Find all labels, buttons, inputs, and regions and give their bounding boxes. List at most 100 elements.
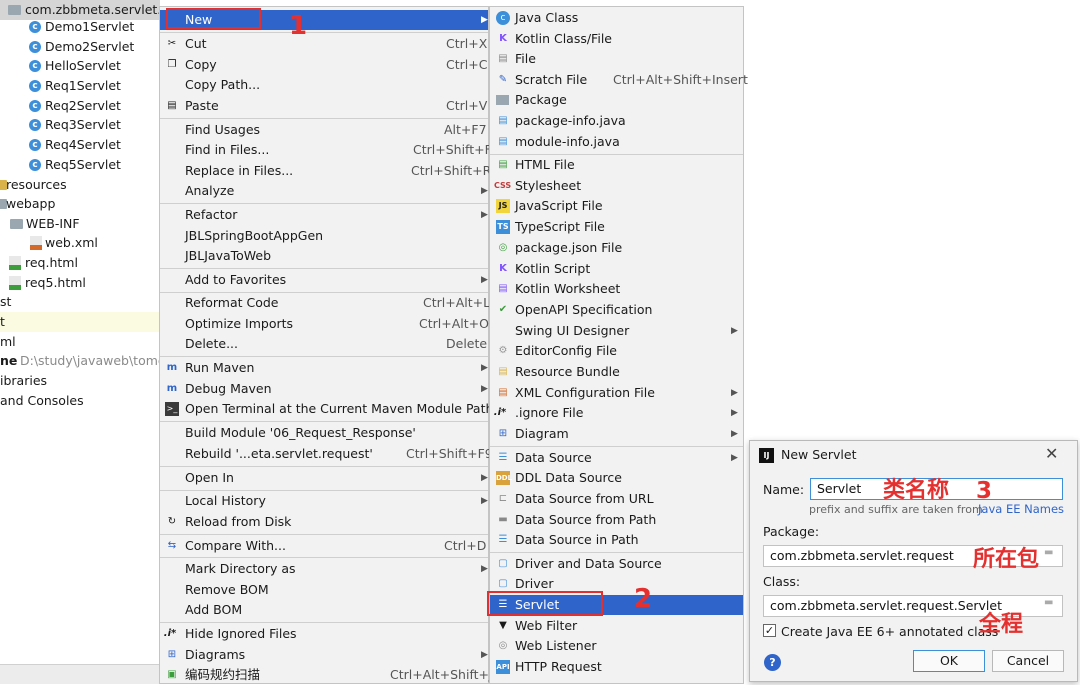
new-item-stylesheet[interactable]: CSS Stylesheet [490,176,743,196]
new-item-kotlin-class[interactable]: K Kotlin Class/File [490,29,743,49]
new-item-data-source-in-path[interactable]: ☰ Data Source in Path [490,530,743,550]
menu-item-find-usages[interactable]: Find Usages Alt+F7 [160,120,488,140]
help-icon[interactable]: ? [764,654,781,671]
menu-item-diagrams[interactable]: ⊞ Diagrams ▶ [160,645,488,665]
menu-item-analyze[interactable]: Analyze ▶ [160,181,488,201]
menu-item-hide-ignored-files[interactable]: .i* Hide Ignored Files [160,624,488,644]
new-item-label: Package [515,92,567,107]
new-item-label: Driver and Data Source [515,556,662,571]
menu-item-optimize-imports[interactable]: Optimize Imports Ctrl+Alt+O [160,314,489,334]
annotation-box-servlet [487,591,603,616]
new-item-package-json[interactable]: ◎ package.json File [490,238,743,258]
menu-item-rebuild[interactable]: Rebuild '...eta.servlet.request' Ctrl+Shi… [160,444,493,464]
new-item-editorconfig[interactable]: ⚙ EditorConfig File [490,341,743,361]
new-item-module-info[interactable]: ▤ module-info.java [490,132,743,152]
submenu-arrow-icon: ▶ [481,186,488,196]
tree-row-t[interactable]: t [0,312,160,332]
menu-shortcut: Ctrl+X [446,36,488,51]
new-item-driver-and-data-source[interactable]: ▢ Driver and Data Source [490,554,743,574]
menu-item-refactor[interactable]: Refactor ▶ [160,205,488,225]
database-icon: ☰ [498,452,508,463]
menu-item-jblspringbootappgen[interactable]: JBLSpringBootAppGen [160,226,488,246]
menu-item-debug-maven[interactable]: m Debug Maven ▶ [160,379,488,399]
new-item-diagram[interactable]: ⊞ Diagram ▶ [490,424,743,444]
ok-button[interactable]: OK [913,650,985,672]
menu-item-replace-in-files[interactable]: Replace in Files... Ctrl+Shift+R [160,161,491,181]
new-item-kotlin-script[interactable]: K Kotlin Script [490,259,743,279]
menu-item-delete[interactable]: Delete... Delete [160,334,488,354]
menu-item-code-scan[interactable]: ▣ 编码规约扫描 Ctrl+Alt+Shift+J [160,665,492,685]
new-item-data-source[interactable]: ☰ Data Source ▶ [490,448,743,468]
menu-item-open-terminal[interactable]: >_ Open Terminal at the Current Maven Mod… [160,399,493,419]
new-item-ddl-data-source[interactable]: DDL DDL Data Source [490,468,743,488]
new-item-file[interactable]: ▤ File [490,49,743,69]
tree-class-label: Req5Servlet [45,157,121,172]
new-item-web-listener[interactable]: ◎ Web Listener [490,636,743,656]
copy-icon: ❐ [167,59,177,70]
compare-icon: ⇆ [167,540,177,551]
menu-item-label: Run Maven [185,360,255,375]
menu-item-label: JBLJavaToWeb [185,248,272,263]
new-item-http-request[interactable]: API HTTP Request [490,657,743,677]
menu-item-reformat-code[interactable]: Reformat Code Ctrl+Alt+L [160,293,490,313]
new-item-package[interactable]: Package [490,90,743,110]
new-item-java-class[interactable]: c Java Class [490,8,743,28]
code-scan-icon: ▣ [167,669,177,680]
tree-libraries-label: ibraries [0,373,48,388]
new-item-label: Data Source from URL [515,491,654,506]
new-item-label: Swing UI Designer [515,323,630,338]
menu-item-copy[interactable]: ❐ Copy Ctrl+C [160,55,488,75]
new-item-html-file[interactable]: ▤ HTML File [490,155,743,175]
new-item-openapi[interactable]: ✔ OpenAPI Specification [490,300,743,320]
submenu-arrow-icon: ▶ [481,15,488,25]
menu-item-open-in[interactable]: Open In ▶ [160,468,488,488]
menu-item-label: Optimize Imports [185,316,294,331]
new-item-swing-ui-designer[interactable]: Swing UI Designer ▶ [490,321,743,341]
close-icon[interactable]: ✕ [1045,444,1058,463]
new-item-typescript-file[interactable]: TS TypeScript File [490,217,743,237]
menu-item-local-history[interactable]: Local History ▶ [160,491,488,511]
new-item-kotlin-worksheet[interactable]: ▤ Kotlin Worksheet [490,279,743,299]
browse-folder-icon[interactable]: ▬ [1044,597,1053,608]
submenu-arrow-icon: ▶ [481,384,488,394]
menu-item-run-maven[interactable]: m Run Maven ▶ [160,358,488,378]
menu-item-add-to-favorites[interactable]: Add to Favorites ▶ [160,270,488,290]
annotated-class-checkbox[interactable]: ✓ [763,624,776,637]
menu-item-find-in-files[interactable]: Find in Files... Ctrl+Shift+F [160,140,492,160]
new-item-ignore-file[interactable]: .i* .ignore File ▶ [490,403,743,423]
menu-separator [160,421,488,422]
annotation-step-1: 1 [289,11,308,41]
menu-item-reload-from-disk[interactable]: ↻ Reload from Disk [160,512,488,532]
menu-item-compare-with[interactable]: ⇆ Compare With... Ctrl+D [160,536,488,556]
new-item-label: package.json File [515,240,623,255]
cancel-button[interactable]: Cancel [992,650,1064,672]
menu-item-label: Cut [185,36,207,51]
new-item-xml-config[interactable]: ▤ XML Configuration File ▶ [490,383,743,403]
menu-separator [160,622,488,623]
new-item-scratch-file[interactable]: ✎ Scratch File Ctrl+Alt+Shift+Insert [490,70,748,90]
new-item-data-source-path[interactable]: ▬ Data Source from Path [490,510,743,530]
menu-item-label: Reload from Disk [185,514,292,529]
new-item-package-info[interactable]: ▤ package-info.java [490,111,743,131]
new-item-resource-bundle[interactable]: ▤ Resource Bundle [490,362,743,382]
menu-item-paste[interactable]: ▤ Paste Ctrl+V [160,96,488,116]
reload-icon: ↻ [167,516,177,527]
new-item-javascript-file[interactable]: JS JavaScript File [490,196,743,216]
menu-item-add-bom[interactable]: Add BOM [160,600,488,620]
menu-item-label: Delete... [185,336,238,351]
java-ee-names-link[interactable]: Java EE Names [978,502,1064,516]
menu-item-remove-bom[interactable]: Remove BOM [160,580,488,600]
package-dropdown-icon[interactable]: ▬ [1044,547,1053,558]
new-item-label: OpenAPI Specification [515,302,653,317]
new-item-data-source-url[interactable]: ⊏ Data Source from URL [490,489,743,509]
new-item-label: File [515,51,536,66]
menu-item-cut[interactable]: ✂ Cut Ctrl+X [160,34,488,54]
menu-item-copy-path[interactable]: Copy Path... [160,75,488,95]
menu-item-mark-directory[interactable]: Mark Directory as ▶ [160,559,488,579]
kotlin-worksheet-icon: ▤ [498,283,508,294]
menu-item-build-module[interactable]: Build Module '06_Request_Response' [160,423,488,443]
menu-item-jbljavatoweb[interactable]: JBLJavaToWeb [160,246,488,266]
terminal-icon: >_ [165,402,179,416]
class-label: Class: [763,574,801,589]
new-item-web-filter[interactable]: ▼ Web Filter [490,616,743,636]
